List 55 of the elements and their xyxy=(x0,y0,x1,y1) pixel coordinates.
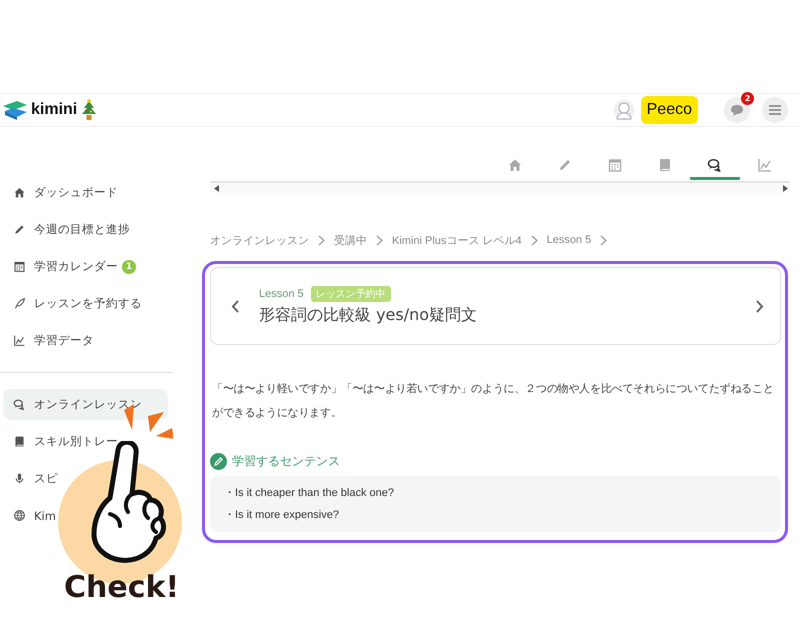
messages-button[interactable] xyxy=(724,97,750,123)
sidebar-item[interactable]: 学習カレンダー 1 xyxy=(3,251,138,282)
sentence-item: ・Is it more expensive? xyxy=(224,508,340,523)
calendar-icon xyxy=(13,260,26,273)
lesson-title: 形容詞の比較級 yes/no疑問文 xyxy=(259,305,478,326)
chat-bubble-icon xyxy=(730,104,744,116)
home-icon xyxy=(507,156,523,172)
user-name[interactable]: Peeco xyxy=(640,96,698,124)
chart-icon xyxy=(757,156,773,172)
sentence-item: ・Is it cheaper than the black one? xyxy=(224,486,395,501)
chart-icon xyxy=(13,334,26,347)
feather-icon xyxy=(13,297,26,310)
sticker-caption: Check! xyxy=(64,570,180,605)
previous-button[interactable] xyxy=(229,298,241,314)
chevron-icon xyxy=(318,234,325,246)
lesson-description: 「〜は〜より軽いですか」「〜は〜より若いですか」のように、２つの物や人を比べてそれらについてたずねることができるようになります。 xyxy=(212,381,775,421)
scrollbar[interactable] xyxy=(210,181,790,193)
scroll-left-icon[interactable] xyxy=(214,184,219,192)
chevron-icon xyxy=(376,234,383,246)
sidebar-item[interactable]: ダッシュボード xyxy=(3,177,120,208)
book-icon xyxy=(657,156,673,172)
sidebar-item[interactable]: Kim xyxy=(3,500,58,531)
scroll-right-icon[interactable] xyxy=(783,184,788,192)
logo-icon xyxy=(3,100,27,120)
section-heading: 学習するセンテンス xyxy=(232,453,340,470)
chat-icon xyxy=(707,156,723,172)
menu-icon xyxy=(769,105,781,115)
sidebar-item[interactable]: 今週の目標と進捗 xyxy=(3,214,132,245)
next-button[interactable] xyxy=(754,298,766,314)
logo-text[interactable]: kimini xyxy=(31,101,78,119)
calendar-icon xyxy=(607,156,623,172)
sidebar-item[interactable]: レッスンを予約する xyxy=(3,288,144,319)
breadcrumb-link[interactable]: オンラインレッスン xyxy=(210,232,309,248)
status-badge: レッスン予約中 xyxy=(310,286,391,302)
sidebar-item[interactable]: 学習データ xyxy=(3,325,96,356)
pencil-icon xyxy=(13,223,26,236)
breadcrumb-link[interactable]: Lesson 5 xyxy=(546,234,592,246)
book-icon xyxy=(13,435,26,448)
notification-badge: 2 xyxy=(741,92,754,105)
home-icon xyxy=(13,186,26,199)
microphone-icon xyxy=(13,472,26,485)
chevron-icon xyxy=(530,234,538,246)
lesson-number: Lesson 5 xyxy=(259,288,304,300)
chat-icon xyxy=(13,398,26,411)
pencil-icon xyxy=(210,453,227,470)
count-badge: 1 xyxy=(122,260,136,274)
breadcrumb-link[interactable]: Kimini Plusコース レベル4 xyxy=(392,232,522,248)
breadcrumb-link[interactable]: 受講中 xyxy=(334,232,367,248)
sidebar-item[interactable]: スキル別トレー xyxy=(3,426,120,457)
avatar-icon[interactable] xyxy=(612,99,635,121)
tree-icon xyxy=(81,99,98,121)
sidebar-item[interactable]: スピ xyxy=(3,463,60,494)
chevron-icon xyxy=(600,234,608,246)
menu-button[interactable] xyxy=(762,97,788,123)
globe-icon xyxy=(13,509,26,522)
